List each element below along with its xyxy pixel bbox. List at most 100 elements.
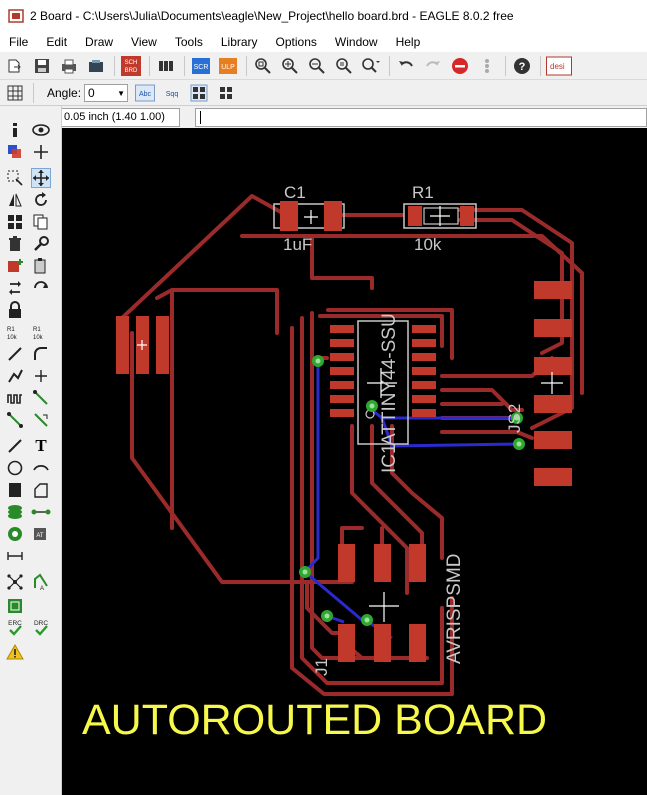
polygon-icon[interactable] [31,480,51,500]
text-tool-icon[interactable]: T [31,436,51,456]
delete-icon[interactable] [5,234,25,254]
hole-icon[interactable] [5,524,25,544]
menu-view[interactable]: View [122,32,166,52]
via-drill [364,617,370,623]
circle-icon[interactable] [5,458,25,478]
pcb-drawing[interactable]: C1 1uF R1 10k ATTINY44-SSU IC1 JS2 J1 AV… [62,128,647,795]
grid-icon[interactable] [4,82,26,104]
replace-icon[interactable] [5,278,25,298]
value-icon[interactable]: R1 10k [31,322,51,342]
main-toolbar: SCH BRD SCR ULP ? desi [0,52,647,80]
menu-library[interactable]: Library [212,32,267,52]
split-icon[interactable] [5,366,25,386]
library-icon[interactable] [155,55,177,77]
dimension-icon[interactable] [5,546,25,566]
save-icon[interactable] [31,55,53,77]
origin-cross [541,372,563,394]
design-link-button[interactable]: desi [546,55,572,77]
erc-button[interactable]: ERC [3,618,27,638]
ripup-icon[interactable] [31,410,51,430]
mirror-icon[interactable] [5,190,25,210]
ulp-button[interactable]: ULP [217,55,239,77]
copy-icon[interactable] [31,212,51,232]
meander-icon[interactable] [5,388,25,408]
board-canvas[interactable]: C1 1uF R1 10k ATTINY44-SSU IC1 JS2 J1 AV… [62,128,647,795]
smash-icon[interactable] [5,344,25,364]
angle-select[interactable]: 0 ▼ [84,83,129,102]
ic1-left-pads [330,325,354,417]
angle-value: 0 [88,85,95,100]
display-layers-icon[interactable] [5,142,25,162]
layout-grid-right-icon[interactable] [215,82,237,104]
origin-cross [304,210,318,224]
route-icon[interactable] [31,388,51,408]
menu-file[interactable]: File [0,32,37,52]
signal-icon[interactable] [31,502,51,522]
text-ratio-abc-button[interactable]: Abc [134,82,156,104]
resistor-r1[interactable] [403,203,477,229]
connector-js2[interactable] [534,281,572,486]
zoom-in-icon[interactable] [279,55,301,77]
undo-icon[interactable] [395,55,417,77]
menu-window[interactable]: Window [326,32,387,52]
schematic-board-switch-button[interactable]: SCH BRD [120,55,142,77]
ratsnest-icon[interactable] [5,572,25,592]
lock-icon[interactable] [5,300,25,320]
chip-icon[interactable] [5,596,25,616]
warning-icon[interactable] [5,642,25,662]
add-part-icon[interactable] [5,256,25,276]
menu-help[interactable]: Help [387,32,430,52]
rectangle-icon[interactable] [5,480,25,500]
cam-icon[interactable] [85,55,107,77]
connector-left-pads[interactable] [116,316,169,374]
show-eye-icon[interactable] [31,120,51,140]
swap-icon[interactable] [31,278,51,298]
line-icon[interactable] [5,436,25,456]
autorouter-icon[interactable]: A [31,572,51,592]
pad [116,316,129,374]
zoom-fit-icon[interactable] [252,55,274,77]
origin-cross [369,592,399,622]
stop-icon[interactable] [449,55,471,77]
scr-label: SCR [194,64,209,71]
pad [534,319,572,337]
select-group-icon[interactable] [5,168,25,188]
text-ratio-sqq-button[interactable]: Sqq [161,82,183,104]
menu-tools[interactable]: Tools [166,32,212,52]
paste-icon[interactable] [31,256,51,276]
zoom-out-icon[interactable] [306,55,328,77]
menu-draw[interactable]: Draw [76,32,122,52]
move-icon[interactable] [31,168,51,188]
via-stack-icon[interactable] [5,502,25,522]
miter-icon[interactable] [31,344,51,364]
name-icon[interactable]: R1 10k [5,322,25,342]
connector-j1[interactable] [338,544,426,662]
group-icon[interactable] [5,212,25,232]
angle-label: Angle: [47,85,82,100]
command-input[interactable] [195,108,647,127]
arc-icon[interactable] [31,458,51,478]
go-icon[interactable] [476,55,498,77]
info-icon[interactable] [5,120,25,140]
attribute-icon[interactable]: AT [31,524,51,544]
capacitor-c1[interactable] [273,201,345,231]
print-icon[interactable] [58,55,80,77]
help-icon[interactable]: ? [511,55,533,77]
svg-text:AT: AT [36,533,44,539]
zoom-select-icon[interactable] [360,55,382,77]
sqq-label: Sqq [166,91,179,98]
layout-grid-left-icon[interactable] [188,82,210,104]
route-multiple-icon[interactable] [5,410,25,430]
rotate-icon[interactable] [31,190,51,210]
zoom-redraw-icon[interactable] [333,55,355,77]
menu-edit[interactable]: Edit [37,32,76,52]
change-wrench-icon[interactable] [31,234,51,254]
drc-button[interactable]: DRC [29,618,53,638]
script-button[interactable]: SCR [190,55,212,77]
optimize-icon[interactable] [31,366,51,386]
mark-origin-icon[interactable] [31,142,51,162]
svg-text:R1: R1 [33,327,41,333]
redo-icon[interactable] [422,55,444,77]
open-icon[interactable] [4,55,26,77]
menu-options[interactable]: Options [267,32,326,52]
